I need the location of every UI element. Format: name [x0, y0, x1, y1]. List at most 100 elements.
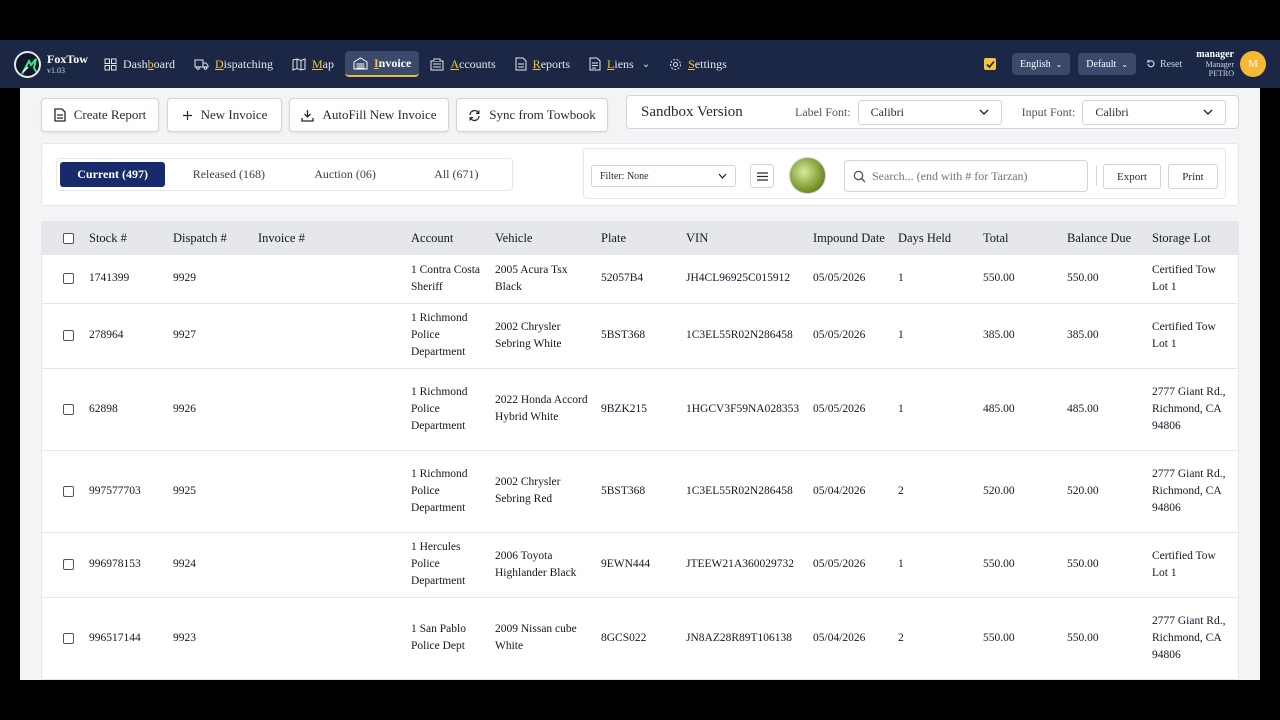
table-cell	[252, 255, 405, 304]
table-cell: 9927	[167, 303, 252, 369]
export-button[interactable]: Export	[1103, 164, 1161, 189]
top-navbar: FoxTow v1.03 Dashboard Dispatching Map Invo…	[0, 40, 1280, 88]
column-header[interactable]: Balance Due	[1061, 222, 1146, 255]
brand[interactable]: FoxTow v1.03	[14, 50, 96, 78]
table-cell: 5 1	[1232, 368, 1238, 451]
nav-item-map[interactable]: Map	[284, 51, 342, 77]
nav-item-label: Reports	[532, 56, 571, 71]
download-icon	[301, 109, 315, 122]
column-header[interactable]: VIN	[680, 222, 807, 255]
search-box	[844, 160, 1088, 192]
column-header[interactable]: Days Held	[892, 222, 977, 255]
table-cell: 8GCS022	[595, 597, 680, 680]
column-header[interactable]: Vehicle	[489, 222, 595, 255]
tab-all[interactable]: All (671)	[404, 162, 509, 187]
table-cell: 2777 Giant Rd., Richmond, CA 94806	[1146, 368, 1232, 451]
table-cell	[252, 368, 405, 451]
table-row[interactable]: 278964 9927 1 Richmond Police Department 20…	[42, 303, 1238, 369]
table-cell: 1	[892, 303, 977, 369]
table-cell: 52057B4	[595, 255, 680, 304]
column-header[interactable]: Total	[977, 222, 1061, 255]
table-row[interactable]: 62898 9926 1 Richmond Police Department 202…	[42, 368, 1238, 451]
search-input[interactable]	[872, 168, 1082, 184]
tab-auction[interactable]: Auction (06)	[292, 162, 397, 187]
table-cell: 1	[892, 532, 977, 598]
table-cell: 996517144	[83, 597, 167, 680]
create-report-button[interactable]: Create Report	[41, 98, 159, 132]
nav-item-accounts[interactable]: Accounts	[422, 51, 503, 77]
label-font-select[interactable]: Calibri	[857, 99, 1002, 125]
table-cell: 550.00	[977, 597, 1061, 680]
table-cell: JTEEW21A360029732	[680, 532, 807, 598]
table-cell: JH4CL96925C015912	[680, 255, 807, 304]
row-checkbox[interactable]	[63, 403, 74, 415]
autofill-new-invoice-button[interactable]: AutoFill New Invoice	[289, 98, 449, 132]
table-header: Stock # Dispatch # Invoice # Account Vehicle…	[42, 222, 1238, 255]
tarzan-avatar-icon[interactable]	[789, 157, 826, 194]
table-cell: 1 Hercules Police Department	[405, 532, 489, 598]
row-checkbox[interactable]	[63, 330, 74, 341]
table-cell: 5BST368	[595, 303, 680, 369]
table-cell: 9926	[167, 368, 252, 451]
table-row[interactable]: 996978153 9924 1 Hercules Police Departmen…	[42, 532, 1238, 598]
table-cell: 2002 Chrysler Sebring White	[489, 303, 595, 369]
select-all-checkbox[interactable]	[63, 233, 74, 244]
table-cell: 550.00	[1061, 597, 1146, 680]
table-cell: 9929	[167, 255, 252, 304]
table-cell: 997577703	[83, 450, 167, 533]
reset-button[interactable]: Reset	[1146, 59, 1182, 70]
sync-towbook-button[interactable]: Sync from Towbook	[456, 98, 608, 132]
filter-select[interactable]: Filter: None	[591, 165, 736, 187]
table-row[interactable]: 996517144 9923 1 San Pablo Police Dept 2009…	[42, 597, 1238, 680]
row-checkbox[interactable]	[63, 485, 74, 497]
language-select[interactable]: English ⌄	[1012, 53, 1071, 75]
column-header[interactable]: Impound Date	[807, 222, 892, 255]
reports-icon	[515, 57, 533, 71]
row-select-cell	[42, 368, 83, 451]
nav-item-reports[interactable]: Reports	[507, 51, 578, 77]
new-invoice-button[interactable]: New Invoice	[167, 98, 282, 132]
column-header[interactable]: A	[1232, 222, 1238, 255]
table-cell: 485.00	[977, 368, 1061, 451]
column-header[interactable]: Invoice #	[252, 222, 405, 255]
table-cell: Certified Tow Lot 1	[1146, 255, 1232, 304]
row-checkbox[interactable]	[63, 559, 74, 570]
column-header[interactable]: Account	[405, 222, 489, 255]
table-cell: 05/04/2026	[807, 450, 892, 533]
avatar[interactable]: M	[1240, 51, 1266, 77]
tab-released[interactable]: Released (168)	[171, 162, 286, 187]
accounts-icon	[430, 58, 450, 71]
yellow-checkbox[interactable]	[984, 58, 997, 70]
user-info[interactable]: manager Manager PETRO	[1196, 50, 1234, 79]
input-font-select[interactable]: Calibri	[1082, 99, 1227, 125]
table-row[interactable]: 1741399 9929 1 Contra Costa Sheriff 2005 Ac…	[42, 255, 1238, 304]
row-checkbox[interactable]	[63, 632, 74, 644]
print-button[interactable]: Print	[1168, 164, 1218, 189]
table-cell: Certified Tow Lot 1	[1146, 532, 1232, 598]
column-menu-button[interactable]	[750, 164, 774, 188]
table-cell: 1HGCV3F59NA028353	[680, 368, 807, 451]
nav-item-liens[interactable]: Liens ⌄	[581, 51, 658, 77]
column-header[interactable]: Stock #	[83, 222, 167, 255]
table-cell: 2777 Giant Rd., Richmond, CA 94806	[1146, 597, 1232, 680]
sync-icon	[469, 109, 480, 121]
nav-item-dispatching[interactable]: Dispatching	[186, 51, 281, 77]
column-header[interactable]: Plate	[595, 222, 680, 255]
nav-item-label: Invoice	[374, 55, 412, 70]
nav-item-settings[interactable]: Settings	[661, 51, 735, 77]
main-content: Create Report New Invoice AutoFill New I…	[20, 88, 1260, 680]
tab-current[interactable]: Current (497)	[60, 162, 166, 187]
table-cell: 2	[892, 450, 977, 533]
theme-select[interactable]: Default ⌄	[1078, 53, 1136, 75]
nav-item-invoice[interactable]: Invoice	[345, 51, 420, 77]
label-font-label: Label Font:	[795, 104, 851, 119]
table-cell: -	[1232, 597, 1238, 680]
table-cell: 520.00	[977, 450, 1061, 533]
row-select-cell	[42, 303, 83, 369]
row-checkbox[interactable]	[63, 273, 74, 285]
nav-item-dashboard[interactable]: Dashboard	[96, 51, 183, 77]
table-cell: 996978153	[83, 532, 167, 598]
table-row[interactable]: 997577703 9925 1 Richmond Police Departmen…	[42, 450, 1238, 533]
column-header[interactable]: Storage Lot	[1146, 222, 1232, 255]
column-header[interactable]: Dispatch #	[167, 222, 252, 255]
